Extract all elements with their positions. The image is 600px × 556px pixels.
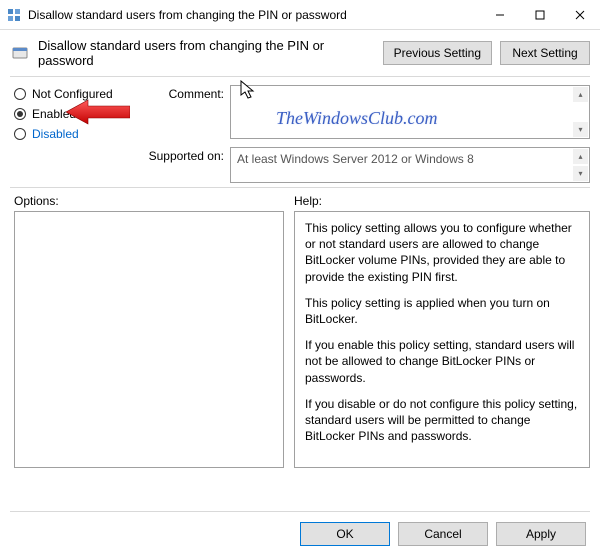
scroll-down-icon[interactable]: ▾ [573,122,588,137]
radio-disabled[interactable]: Disabled [14,127,124,141]
policy-title: Disallow standard users from changing th… [38,38,375,68]
title-bar: Disallow standard users from changing th… [0,0,600,30]
help-paragraph: If you disable or do not configure this … [305,396,579,445]
cancel-button[interactable]: Cancel [398,522,488,546]
app-icon [6,7,22,23]
radio-label: Disabled [32,127,79,141]
radio-label: Enabled [32,107,76,121]
maximize-button[interactable] [520,0,560,29]
close-button[interactable] [560,0,600,29]
radio-icon [14,108,26,120]
options-panel [14,211,284,468]
comment-input[interactable]: ▴ ▾ [230,85,590,139]
radio-not-configured[interactable]: Not Configured [14,87,124,101]
help-paragraph: This policy setting allows you to config… [305,220,579,285]
help-paragraph: If you enable this policy setting, stand… [305,337,579,386]
minimize-button[interactable] [480,0,520,29]
header-row: Disallow standard users from changing th… [0,30,600,76]
supported-on-value: At least Windows Server 2012 or Windows … [237,152,474,166]
radio-enabled[interactable]: Enabled [14,107,124,121]
policy-icon [10,43,30,63]
apply-button[interactable]: Apply [496,522,586,546]
help-paragraph: This policy setting is applied when you … [305,295,579,327]
dialog-buttons: OK Cancel Apply [300,522,586,546]
supported-on-label: Supported on: [138,147,224,163]
radio-icon [14,128,26,140]
state-radio-group: Not Configured Enabled Disabled [14,85,124,183]
ok-button[interactable]: OK [300,522,390,546]
settings-section: Not Configured Enabled Disabled Comment:… [0,77,600,187]
help-panel: This policy setting allows you to config… [294,211,590,468]
radio-label: Not Configured [32,87,113,101]
window-title: Disallow standard users from changing th… [28,8,480,22]
help-label: Help: [294,194,590,208]
footer-separator [10,511,590,512]
previous-setting-button[interactable]: Previous Setting [383,41,492,65]
next-setting-button[interactable]: Next Setting [500,41,590,65]
options-label: Options: [14,194,284,208]
supported-on-box: At least Windows Server 2012 or Windows … [230,147,590,183]
scroll-up-icon[interactable]: ▴ [573,87,588,102]
lower-panels: Options: Help: This policy setting allow… [0,188,600,468]
comment-label: Comment: [138,85,224,101]
scroll-up-icon[interactable]: ▴ [573,149,588,164]
scroll-down-icon[interactable]: ▾ [573,166,588,181]
radio-icon [14,88,26,100]
